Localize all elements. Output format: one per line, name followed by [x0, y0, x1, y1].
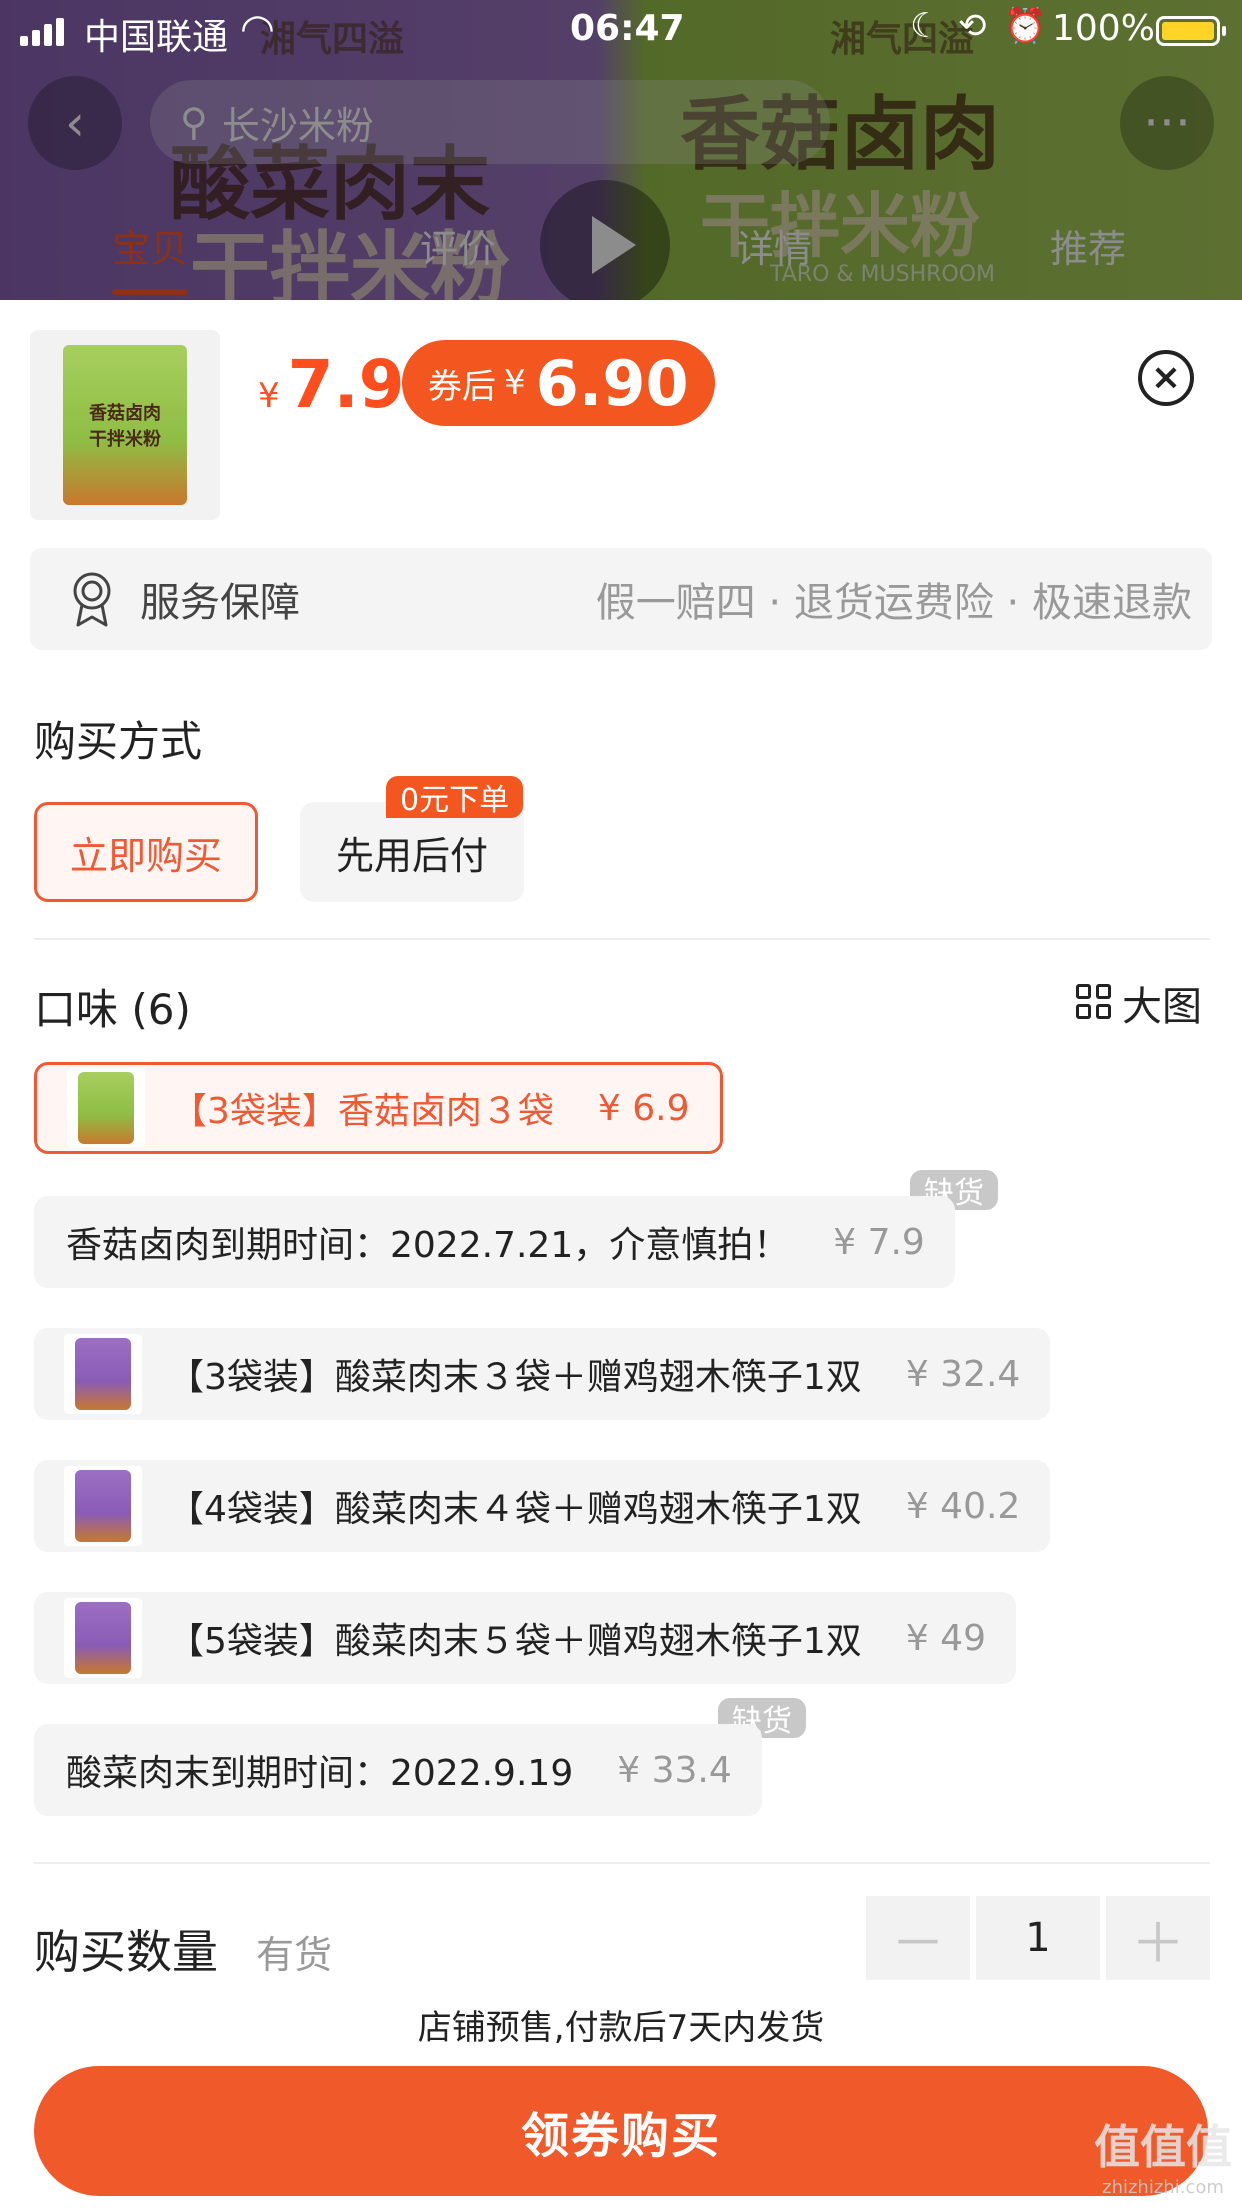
watermark-url: zhizhizhi.com [1102, 2177, 1224, 2198]
flavor-title: 口味 (6) [34, 985, 191, 1034]
decrease-button[interactable]: － [866, 1896, 970, 1980]
coupon-price-value: 6.90 [535, 346, 689, 420]
claim-coupon-buy-button[interactable]: 领券购买 [34, 2066, 1208, 2196]
service-title: 服务保障 [140, 580, 300, 626]
sku-package-image [75, 1602, 131, 1674]
divider [34, 938, 1210, 940]
clock: 06:47 [570, 8, 685, 49]
sku-option-disabled[interactable]: 酸菜肉末到期时间：2022.9.19 ¥ 33.4 [34, 1724, 762, 1816]
currency-symbol: ¥ [258, 376, 280, 416]
coupon-label: 券后 [428, 366, 496, 407]
battery-icon [1156, 16, 1226, 46]
alarm-icon: ⏰ [1004, 6, 1047, 46]
sku-option[interactable]: 【3袋装】香菇卤肉３袋 ¥ 6.9 [34, 1062, 723, 1154]
package-text: 香菇卤肉 [89, 403, 161, 424]
quantity-label: 购买数量 [34, 1925, 218, 1979]
moon-icon: ☾ [910, 6, 941, 46]
option-buy-now[interactable]: 立即购买 [34, 802, 258, 902]
sku-price: ¥ 40.2 [905, 1485, 1021, 1527]
sku-package-image [75, 1338, 131, 1410]
sku-price: ¥ 7.9 [833, 1221, 925, 1263]
sku-sheet: 香菇卤肉 干拌米粉 ¥ 7.9 券后 ¥ 6.90 × 服务保障 假一赔四 · … [0, 300, 1242, 2208]
close-button[interactable]: × [1138, 350, 1194, 406]
rotation-lock-icon: ⟲ [958, 6, 987, 46]
signal-icon [20, 18, 64, 46]
wifi-icon: ◠ [240, 6, 275, 52]
carrier-name: 中国联通 [84, 17, 229, 58]
quantity-value[interactable]: 1 [976, 1896, 1100, 1980]
stock-status: 有货 [256, 1933, 333, 1977]
sku-option[interactable]: 【5袋装】酸菜肉末５袋＋赠鸡翅木筷子1双 ¥ 49 [34, 1592, 1016, 1684]
sku-package-image [75, 1470, 131, 1542]
product-thumbnail[interactable]: 香菇卤肉 干拌米粉 [30, 330, 220, 520]
close-circle-icon: × [1150, 357, 1182, 398]
sku-thumbnail [64, 1334, 142, 1414]
sku-price: ¥ 33.4 [617, 1749, 732, 1791]
watermark: 值值值 zhizhizhi.com [1094, 2111, 1232, 2198]
sku-label: 酸菜肉末到期时间：2022.9.19 [66, 1753, 574, 1794]
price: ¥ 7.9 [258, 346, 405, 423]
quantity-stepper: － 1 ＋ [866, 1896, 1210, 1980]
divider [34, 1862, 1210, 1864]
sku-thumbnail [64, 1466, 142, 1546]
grid-icon [1076, 984, 1114, 1022]
sku-price: ¥ 6.9 [597, 1087, 690, 1129]
sku-label: 【4袋装】酸菜肉末４袋＋赠鸡翅木筷子1双 [168, 1489, 862, 1530]
service-guarantee[interactable]: 服务保障 假一赔四 · 退货运费险 · 极速退款 [30, 548, 1212, 650]
presale-note: 店铺预售,付款后7天内发货 [417, 2008, 825, 2048]
sku-thumbnail [64, 1598, 142, 1678]
sku-option[interactable]: 【3袋装】酸菜肉末３袋＋赠鸡翅木筷子1双 ¥ 32.4 [34, 1328, 1051, 1420]
big-picture-button[interactable]: 大图 [1076, 974, 1202, 1032]
sku-thumbnail [67, 1068, 145, 1148]
sku-label: 【3袋装】香菇卤肉３袋 [171, 1091, 554, 1132]
increase-button[interactable]: ＋ [1106, 1896, 1210, 1980]
product-package-image: 香菇卤肉 干拌米粉 [63, 345, 187, 505]
service-description: 假一赔四 · 退货运费险 · 极速退款 [595, 580, 1192, 626]
sku-label: 香菇卤肉到期时间：2022.7.21，介意慎拍！ [66, 1225, 790, 1266]
sku-package-image [78, 1072, 134, 1144]
package-text: 干拌米粉 [89, 429, 161, 450]
watermark-logo: 值值值 [1094, 2120, 1232, 2174]
sku-label: 【3袋装】酸菜肉末３袋＋赠鸡翅木筷子1双 [168, 1357, 862, 1398]
sku-option[interactable]: 【4袋装】酸菜肉末４袋＋赠鸡翅木筷子1双 ¥ 40.2 [34, 1460, 1051, 1552]
coupon-price-badge: 券后 ¥ 6.90 [402, 340, 715, 426]
purchase-method-title: 购买方式 [34, 717, 203, 766]
sku-option-disabled[interactable]: 香菇卤肉到期时间：2022.7.21，介意慎拍！ ¥ 7.9 [34, 1196, 955, 1288]
battery-percent: 100% [1052, 8, 1155, 49]
currency-symbol: ¥ [504, 363, 526, 403]
sku-label: 【5袋装】酸菜肉末５袋＋赠鸡翅木筷子1双 [168, 1621, 862, 1662]
sku-price: ¥ 32.4 [905, 1353, 1021, 1395]
badge-icon [73, 572, 111, 627]
sku-price: ¥ 49 [905, 1617, 986, 1659]
big-picture-label: 大图 [1122, 984, 1202, 1030]
price-value: 7.9 [287, 346, 405, 423]
status-bar: 中国联通 ◠ 06:47 ☾ ⟲ ⏰ 100% [0, 0, 1242, 62]
zero-deposit-tag: 0元下单 [386, 776, 524, 818]
